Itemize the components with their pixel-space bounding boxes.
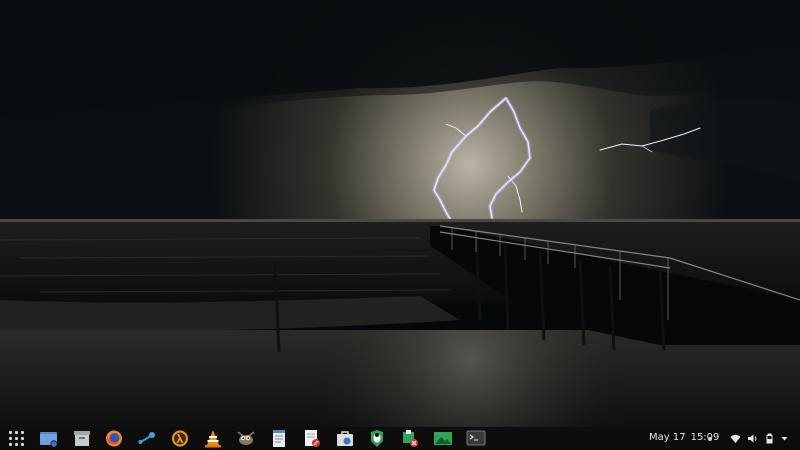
notification-dot-icon xyxy=(708,437,712,441)
desktop-wallpaper xyxy=(0,0,800,427)
terminal-icon xyxy=(466,430,486,446)
clock-date: May 17 xyxy=(649,432,686,443)
package-icon xyxy=(403,430,418,447)
clock[interactable]: May 17 15:09 xyxy=(649,432,724,443)
half-life-launcher[interactable] xyxy=(170,429,190,448)
volume-icon[interactable] xyxy=(747,433,758,444)
document-icon xyxy=(273,430,285,447)
app-grid-icon[interactable] xyxy=(9,431,24,446)
archive-icon xyxy=(74,431,90,446)
lambda-icon xyxy=(172,430,188,447)
vlc-cone-icon xyxy=(205,430,221,448)
archive-manager-launcher[interactable] xyxy=(72,429,92,448)
steam-icon xyxy=(138,432,155,444)
document-viewer-icon xyxy=(305,430,320,447)
image-viewer-icon xyxy=(434,432,452,445)
chevron-down-icon[interactable] xyxy=(779,433,790,444)
wifi-icon[interactable] xyxy=(730,433,741,444)
vlc-launcher[interactable] xyxy=(203,429,223,448)
gimp-launcher[interactable] xyxy=(236,429,256,448)
shopping-bag-icon xyxy=(337,431,353,446)
firefox-icon xyxy=(106,430,122,447)
file-manager-launcher[interactable] xyxy=(39,429,59,448)
mechanic-launcher[interactable] xyxy=(367,429,387,448)
taskbar: May 17 15:09 xyxy=(0,427,800,450)
clock-time: 15:09 xyxy=(690,432,720,443)
steam-launcher[interactable] xyxy=(137,429,157,448)
terminal-launcher[interactable] xyxy=(466,429,486,448)
package-installer-launcher[interactable] xyxy=(400,429,420,448)
battery-icon[interactable] xyxy=(764,433,775,444)
software-store-launcher[interactable] xyxy=(335,429,355,448)
document-viewer-launcher[interactable] xyxy=(302,429,322,448)
firefox-launcher[interactable] xyxy=(104,429,124,448)
image-viewer-launcher[interactable] xyxy=(433,429,453,448)
text-document-launcher[interactable] xyxy=(269,429,289,448)
tux-icon xyxy=(371,430,383,447)
gimp-icon xyxy=(237,431,255,445)
folder-icon xyxy=(40,432,58,448)
